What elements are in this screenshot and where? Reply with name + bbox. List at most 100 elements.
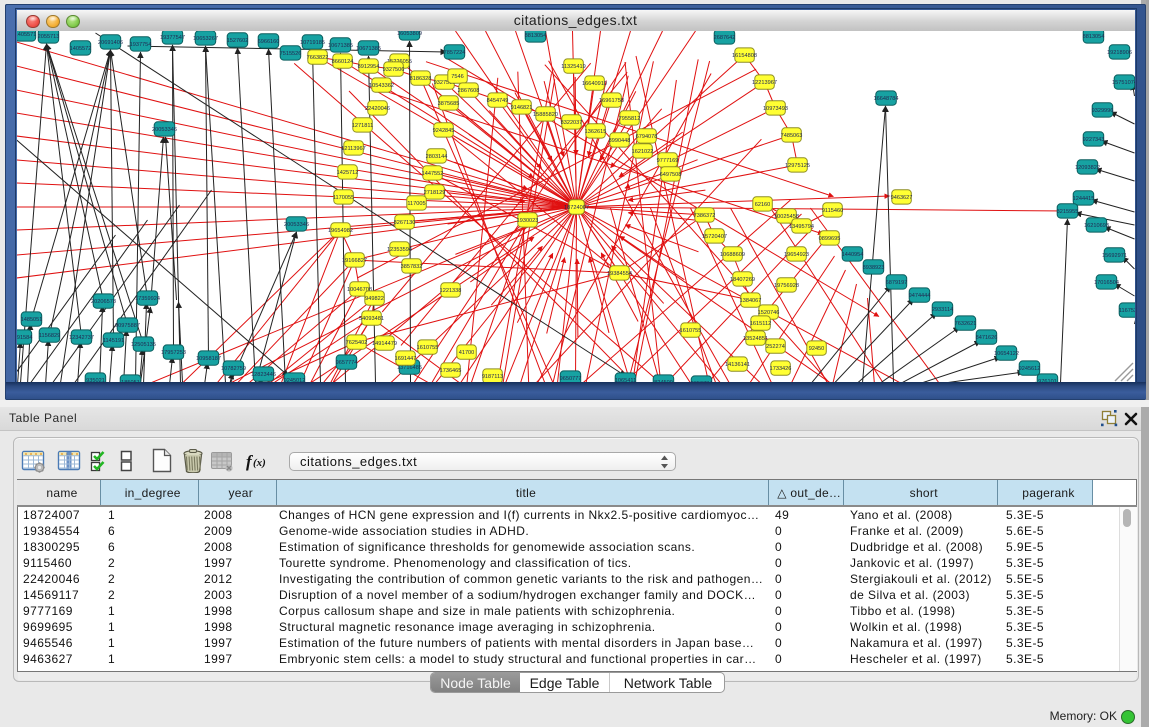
svg-text:16648784: 16648784 <box>873 96 898 102</box>
svg-text:8813054: 8813054 <box>1082 34 1104 40</box>
svg-text:1271811: 1271811 <box>351 123 372 129</box>
svg-text:1391584: 1391584 <box>17 335 32 341</box>
svg-text:18407269: 18407269 <box>730 277 755 283</box>
svg-text:9187113: 9187113 <box>481 374 502 380</box>
svg-text:19218906: 19218906 <box>1107 50 1132 56</box>
svg-text:9463627: 9463627 <box>890 195 912 201</box>
svg-text:7955812: 7955812 <box>618 116 640 122</box>
svg-text:54093481: 54093481 <box>359 316 384 322</box>
svg-text:3875685: 3875685 <box>437 101 459 107</box>
svg-text:9650734: 9650734 <box>690 381 712 382</box>
svg-text:12342737: 12342737 <box>69 335 94 341</box>
svg-text:1621022: 1621022 <box>631 149 653 155</box>
svg-text:14914479: 14914479 <box>372 341 397 347</box>
svg-text:7632621: 7632621 <box>954 321 976 327</box>
svg-text:92450: 92450 <box>808 346 824 352</box>
svg-text:12213967: 12213967 <box>752 80 777 86</box>
svg-text:1167534: 1167534 <box>1118 308 1134 314</box>
svg-text:20053346: 20053346 <box>152 127 177 133</box>
svg-text:3857832: 3857832 <box>400 264 422 270</box>
svg-text:7386372: 7386372 <box>693 213 715 219</box>
svg-text:0899695: 0899695 <box>818 236 840 242</box>
svg-text:10782759: 10782759 <box>221 366 246 372</box>
svg-text:1615112: 1615112 <box>749 321 770 327</box>
svg-text:9650777: 9650777 <box>559 376 581 382</box>
svg-text:1145191: 1145191 <box>102 338 123 344</box>
svg-text:8938923: 8938923 <box>862 265 884 271</box>
svg-text:16961758: 16961758 <box>599 98 624 104</box>
svg-text:10671385: 10671385 <box>356 46 381 52</box>
svg-text:22420046: 22420046 <box>365 106 390 112</box>
svg-text:1733426: 1733426 <box>769 366 791 372</box>
svg-text:252274: 252274 <box>766 344 785 350</box>
svg-text:2803144: 2803144 <box>425 154 447 160</box>
svg-text:1156829: 1156829 <box>38 333 59 339</box>
svg-text:7857224: 7857224 <box>443 50 465 56</box>
svg-text:1527602: 1527602 <box>226 38 248 44</box>
svg-text:2933114: 2933114 <box>931 307 952 313</box>
svg-text:1405572: 1405572 <box>69 46 91 52</box>
svg-text:12353594: 12353594 <box>387 247 412 253</box>
svg-text:8186328: 8186328 <box>409 76 431 82</box>
svg-text:18724007: 18724007 <box>564 205 589 211</box>
svg-text:19654982: 19654982 <box>328 228 353 234</box>
svg-text:10654122: 10654122 <box>994 351 1019 357</box>
svg-text:13524851: 13524851 <box>743 336 768 342</box>
svg-text:9146821: 9146821 <box>510 105 532 111</box>
svg-text:1425712: 1425712 <box>336 170 358 176</box>
svg-text:8990448: 8990448 <box>608 138 630 144</box>
svg-text:16053809: 16053809 <box>397 31 422 37</box>
svg-text:12505135: 12505135 <box>131 342 156 348</box>
svg-text:12823446: 12823446 <box>251 372 276 378</box>
svg-text:10973493: 10973493 <box>763 106 788 112</box>
svg-text:10719185: 10719185 <box>300 40 325 46</box>
svg-text:8813054: 8813054 <box>524 33 546 39</box>
svg-text:19756928: 19756928 <box>774 283 799 289</box>
svg-text:16640910: 16640910 <box>582 81 607 87</box>
svg-text:13716485: 13716485 <box>397 365 422 371</box>
svg-text:8322037: 8322037 <box>560 120 582 126</box>
svg-text:9227343: 9227343 <box>1082 137 1104 143</box>
svg-text:13495794: 13495794 <box>789 224 814 230</box>
svg-text:8267130: 8267130 <box>393 220 415 226</box>
svg-text:9115460: 9115460 <box>821 208 842 214</box>
svg-text:1485051: 1485051 <box>20 317 42 323</box>
svg-text:12975125: 12975125 <box>785 163 810 169</box>
svg-text:19654923: 19654923 <box>784 252 809 258</box>
svg-text:17957253: 17957253 <box>161 350 186 356</box>
svg-text:12113967: 12113967 <box>341 146 365 152</box>
svg-text:9777169: 9777169 <box>656 158 678 164</box>
svg-text:1736465: 1736465 <box>439 368 461 374</box>
svg-text:9245612: 9245612 <box>1018 366 1040 372</box>
svg-text:16210693: 16210693 <box>1084 223 1109 229</box>
svg-text:15692971: 15692971 <box>1102 253 1127 259</box>
svg-text:949822: 949822 <box>365 296 384 302</box>
svg-text:824509: 824509 <box>654 380 673 382</box>
svg-text:7546: 7546 <box>451 74 463 80</box>
svg-text:10688609: 10688609 <box>720 252 745 258</box>
svg-text:3215955: 3215955 <box>1056 209 1078 215</box>
svg-text:1244415: 1244415 <box>1072 196 1094 202</box>
svg-text:41700: 41700 <box>458 350 474 356</box>
svg-text:17016504: 17016504 <box>1094 280 1119 286</box>
svg-text:2055713: 2055713 <box>37 34 59 40</box>
svg-text:1447552: 1447552 <box>421 171 443 177</box>
svg-text:9327506: 9327506 <box>382 67 404 73</box>
svg-text:12093822: 12093822 <box>1075 165 1100 171</box>
svg-text:8912954: 8912954 <box>357 64 379 70</box>
svg-text:19384554: 19384554 <box>607 271 632 277</box>
svg-text:15720407: 15720407 <box>702 234 727 240</box>
svg-text:9242845: 9242845 <box>432 128 454 134</box>
svg-text:1691447: 1691447 <box>394 356 416 362</box>
svg-text:1937754: 1937754 <box>129 42 151 48</box>
svg-text:6879197: 6879197 <box>885 280 907 286</box>
svg-text:1362615: 1362615 <box>584 129 606 135</box>
svg-text:2687642: 2687642 <box>713 35 735 41</box>
svg-text:14136141: 14136141 <box>725 362 750 368</box>
svg-text:6497508: 6497508 <box>659 172 681 178</box>
svg-text:185051: 185051 <box>121 380 140 382</box>
svg-text:20206578: 20206578 <box>91 299 116 305</box>
svg-text:19166827: 19166827 <box>342 258 367 264</box>
svg-text:8660124: 8660124 <box>331 59 353 65</box>
svg-text:9657774: 9657774 <box>335 360 357 366</box>
